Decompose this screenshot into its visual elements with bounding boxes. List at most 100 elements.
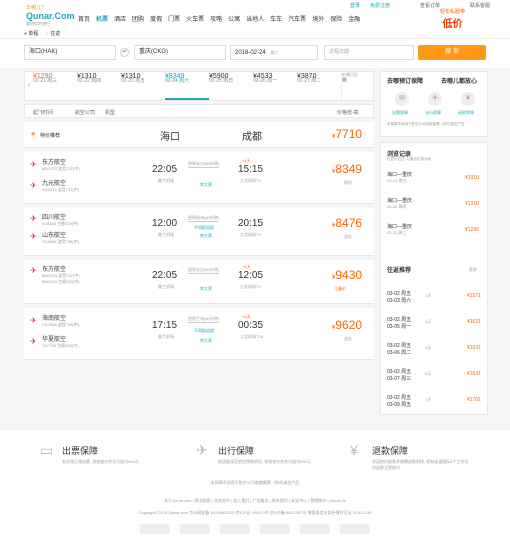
badge-icon[interactable] <box>260 524 290 534</box>
nav-item[interactable]: 当地人 <box>246 14 264 23</box>
filter-depart-time[interactable]: 起飞时间 <box>33 109 53 116</box>
footer-links[interactable]: 关于Qunar.com | 营业执照 | 业务合作 | 加入我们 | 广告服务 … <box>0 498 510 504</box>
date-cell-selected[interactable]: 02-24 周六 ¥8349 <box>165 72 209 100</box>
results-area: ‹ 02-21 周三 ¥1290 02-22 周四 ¥1310 02-23 周五 ¥1… <box>0 68 510 430</box>
nav-item-flights[interactable]: 机票 <box>96 14 108 23</box>
service-link[interactable]: 联系客服 <box>470 2 490 9</box>
filter-airline[interactable]: 航空公司 <box>75 109 95 116</box>
orders-link[interactable]: 查看订单 <box>420 2 440 9</box>
sort-price[interactable]: 价格低-高 <box>337 109 359 116</box>
nav-item[interactable]: 汽车票 <box>288 14 306 23</box>
hainan-air-logo-icon: ✈ <box>30 316 37 325</box>
discount-label: 儿童价 <box>334 286 346 291</box>
to-field[interactable]: 重庆(CKG) <box>134 45 226 60</box>
round-trip-item[interactable]: 03-02 周五 03-06 周二 4天 ¥1631 <box>387 342 507 356</box>
promo-banner[interactable]: 轻松私服带 低价 <box>440 8 465 30</box>
price[interactable]: ¥9430 <box>332 268 362 282</box>
ticket-icon: ✉ <box>395 92 409 106</box>
search-bar: 海口(HAK) ⇄ 重庆(CKG) 2018-02-24 周六 返程日期 搜 索 <box>0 38 510 68</box>
price[interactable]: ¥9620 <box>332 318 362 332</box>
round-trip-item[interactable]: 03-02 周五 03-07 周三 5天 ¥1631 <box>387 368 507 382</box>
ticket-guarantee-icon: ▭ <box>40 442 54 458</box>
history-item[interactable]: 海口—重庆 02-23 周五 ¥1310 <box>387 171 507 184</box>
prev-arrow-icon[interactable]: ‹ <box>25 72 33 100</box>
nav-item[interactable]: 门票 <box>168 14 180 23</box>
badge-icon[interactable] <box>300 524 330 534</box>
date-strip: ‹ 02-21 周三 ¥1290 02-22 周四 ¥1310 02-23 周五 ¥1… <box>24 71 374 101</box>
nav-item[interactable]: 度假 <box>150 14 162 23</box>
nav-item[interactable]: 火车票 <box>186 14 204 23</box>
transfer-tag[interactable]: 转大票 <box>200 182 212 188</box>
price[interactable]: ¥8349 <box>332 162 362 176</box>
guarantee-item[interactable]: 退款保障 <box>458 110 474 116</box>
nav-item[interactable]: 团购 <box>132 14 144 23</box>
return-date-field[interactable]: 返程日期 <box>324 45 414 60</box>
flight-row[interactable]: ✈ 海南航空 HU7855 波音738(中) ✈ 华夏航空 G52750 空客320… <box>24 308 374 360</box>
more-link[interactable]: 更多 <box>469 267 477 273</box>
transfer-tag[interactable]: 转大票 <box>200 338 212 344</box>
airline-info: 东方航空 MU2278 波音737(中) <box>42 160 80 171</box>
nav-item[interactable]: 酒店 <box>114 14 126 23</box>
guarantee-item[interactable]: 出行保障 <box>425 110 441 116</box>
transfer-tag[interactable]: 转大票 <box>200 286 212 292</box>
plane-icon: ✈ <box>196 442 208 458</box>
arrive-airport: 江北机场T3 <box>240 232 261 237</box>
date-cell[interactable]: 02-25 周日 ¥5900 <box>209 72 253 100</box>
price-label: 全价 <box>344 336 352 341</box>
refund-icon: ¥ <box>350 442 358 458</box>
stop-info: 经停杭州(40分钟) <box>188 215 220 222</box>
history-item[interactable]: 海口—重庆 02-22 周四 ¥1310 <box>387 197 507 210</box>
flight-row[interactable]: ✈ 东方航空 MU2278 波音737(中) ✈ 九元航空 AQ1074 波音737… <box>24 152 374 204</box>
flight-row[interactable]: ✈ 东方航空 MU2278 波音737(中) MU2244 空客320(中) 22:… <box>24 260 374 304</box>
round-trip-item[interactable]: 03-02 周五 03-09 周五 7天 ¥1701 <box>387 394 507 408</box>
register-link[interactable]: 免费注册 <box>370 2 390 9</box>
logo-text: Qunar.Com <box>26 11 75 21</box>
badge-icon[interactable] <box>140 524 170 534</box>
footer-item: 出票保障 若未按正常出票, 承担差价并先行赔付500元 <box>62 446 139 464</box>
promo-line1: 轻松私服带 <box>440 9 466 15</box>
date-cell[interactable]: 02-22 周四 ¥1310 <box>77 72 121 100</box>
stop-info: 经停长沙(60分钟) <box>188 161 220 168</box>
filter-aircraft[interactable]: 机型 <box>105 109 115 116</box>
date-cell[interactable]: 02-23 周五 ¥1310 <box>121 72 165 100</box>
date-cell[interactable]: 02-26 周一 ¥4533 <box>253 72 297 100</box>
logo-tagline: 去哪儿? <box>26 5 44 11</box>
transfer-tag[interactable]: 转大票 <box>200 233 212 239</box>
nav-item[interactable]: 保险 <box>330 14 342 23</box>
history-item[interactable]: 海口—重庆 02-21 周三 ¥1290 <box>387 223 507 236</box>
depart-airport: 美兰机场 <box>158 284 174 289</box>
badge-icon[interactable] <box>340 524 370 534</box>
recommend-to: 成都 <box>242 132 262 143</box>
badge-icon[interactable] <box>220 524 250 534</box>
nav-item[interactable]: 金融 <box>348 14 360 23</box>
nav-item[interactable]: 攻略 <box>210 14 222 23</box>
transfer-label: 转机 <box>344 180 352 185</box>
search-button[interactable]: 搜 索 <box>418 45 486 60</box>
nav-item[interactable]: 车车 <box>270 14 282 23</box>
login-link[interactable]: 登录 <box>350 2 360 9</box>
chinaexpress-logo-icon: ✈ <box>30 337 37 346</box>
badge-icon[interactable] <box>180 524 210 534</box>
date-cell[interactable]: 02-27 周二 ¥3870 <box>297 72 341 100</box>
recommend-row[interactable]: ★ 特价推荐 海口 成都 ¥7710 <box>24 122 374 148</box>
swap-icon[interactable]: ⇄ <box>120 48 129 57</box>
guarantee-item[interactable]: 出票保障 <box>392 110 408 116</box>
nav-item[interactable]: 境外 <box>312 14 324 23</box>
promo-line2: 低价 <box>442 19 463 30</box>
nine-air-logo-icon: ✈ <box>30 181 37 190</box>
nav-item[interactable]: 首页 <box>78 14 90 23</box>
date-cell[interactable]: 02-21 周三 ¥1290 <box>33 72 77 100</box>
price-calendar-button[interactable]: ▦ 价格日历 <box>341 72 375 100</box>
flight-row[interactable]: ✈ 四川航空 3U8183 空客320(中) ✈ 山东航空 SC8866 波音738… <box>24 208 374 256</box>
depart-airport: 美兰机场 <box>158 334 174 339</box>
nav-item[interactable]: 公寓 <box>228 14 240 23</box>
shandong-air-logo-icon: ✈ <box>30 232 37 241</box>
price[interactable]: ¥8476 <box>332 216 362 230</box>
from-field[interactable]: 海口(HAK) <box>24 45 116 60</box>
date-field[interactable]: 2018-02-24 周六 <box>230 45 318 60</box>
guarantee-title: 去哪预订保障 <box>387 79 424 85</box>
round-trip-item[interactable]: 03-02 周五 03-03 周六 1天 ¥1571 <box>387 290 507 304</box>
star-icon: ★ <box>30 131 37 138</box>
logo[interactable]: 去哪儿? Qunar.Com 聪明你的旅行 <box>26 4 75 27</box>
round-trip-item[interactable]: 03-02 周五 03-05 周一 3天 ¥1631 <box>387 316 507 330</box>
